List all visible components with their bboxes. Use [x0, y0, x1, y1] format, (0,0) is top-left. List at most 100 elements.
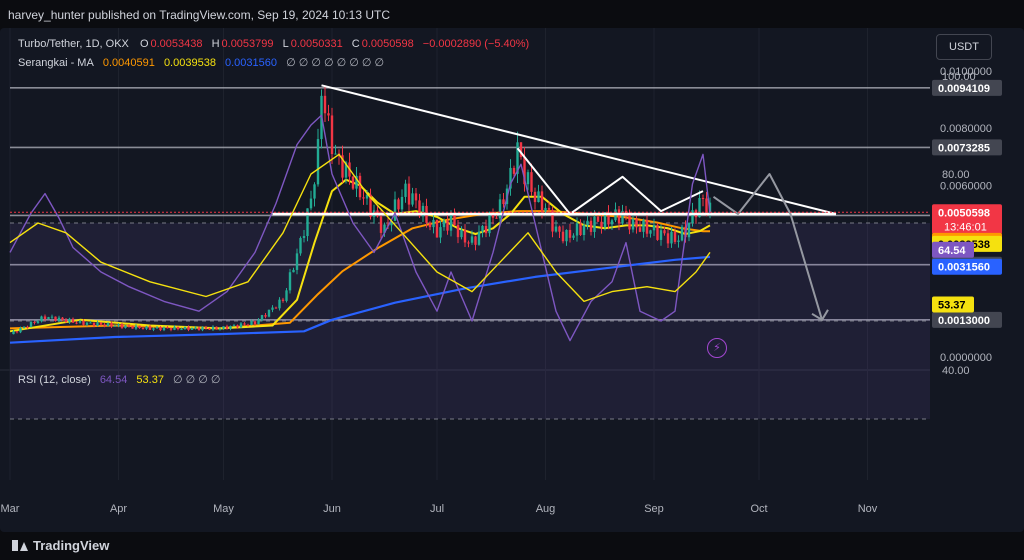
candle-body: [250, 321, 253, 326]
candle-body: [572, 235, 575, 238]
candle-body: [701, 198, 705, 200]
candle-body: [54, 316, 57, 321]
candle-body: [138, 325, 141, 329]
rsi-value-2: 53.37: [136, 374, 164, 386]
x-tick-label: May: [213, 503, 234, 515]
candle-body: [141, 328, 145, 330]
x-tick-label: Oct: [750, 503, 767, 515]
candle-body: [670, 231, 673, 244]
candle-body: [558, 226, 561, 232]
candle-body: [467, 242, 470, 244]
candle-body: [222, 326, 225, 329]
rsi-badge-label: 53.37: [938, 299, 966, 311]
candle-body: [582, 225, 586, 236]
currency-button[interactable]: USDT: [936, 34, 992, 60]
candle-body: [456, 224, 460, 238]
candle-body: [183, 326, 187, 330]
candle-body: [127, 325, 131, 327]
candle-body: [295, 253, 299, 270]
candle-body: [47, 317, 50, 319]
candle-body: [152, 328, 155, 330]
candle-body: [439, 227, 442, 238]
candle-body: [89, 322, 92, 324]
candle-body: [617, 209, 621, 224]
low-label: L: [282, 38, 289, 50]
candle-body: [435, 219, 439, 238]
candle-body: [225, 326, 229, 329]
candle-body: [635, 218, 638, 228]
candle-body: [110, 323, 113, 327]
candle-body: [631, 218, 635, 230]
candle-body: [218, 328, 222, 330]
candle-body: [628, 214, 631, 230]
close-label: C: [351, 38, 360, 50]
candle-body: [204, 327, 208, 329]
candle-body: [593, 216, 596, 232]
candle-body: [463, 229, 467, 243]
x-tick-label: Jun: [323, 503, 341, 515]
ma-value-1: 0.0040591: [102, 57, 155, 69]
candle-body: [477, 231, 481, 245]
candle-body: [358, 175, 362, 198]
candle-body: [316, 139, 320, 185]
candle-body: [512, 167, 516, 174]
candle-body: [705, 198, 708, 213]
candle-body: [547, 207, 551, 210]
candle-body: [124, 325, 127, 328]
chart-canvas[interactable]: 0.01000000.00800000.00600000.00000000.00…: [0, 28, 1024, 532]
candle-body: [190, 328, 194, 330]
price-tick-label: 0.0080000: [940, 123, 992, 135]
candle-body: [96, 322, 99, 326]
symbol-legend: Turbo/Tether, 1D, OKX O 0.0053438 H 0.0053…: [18, 38, 531, 50]
candle-body: [663, 230, 666, 234]
candle-body: [649, 230, 652, 234]
rsi-badge-label: 64.54: [938, 245, 966, 257]
candle-body: [540, 191, 544, 212]
candle-body: [215, 326, 218, 330]
low-value: 0.0050331: [290, 38, 343, 50]
price-tick-label: 0.0060000: [940, 180, 992, 192]
candle-body: [166, 327, 169, 329]
candle-body: [502, 199, 505, 205]
candle-body: [169, 328, 173, 330]
candle-body: [659, 230, 663, 240]
candle-body: [652, 225, 656, 231]
lightning-icon[interactable]: ⚡: [707, 338, 727, 358]
candle-body: [495, 217, 498, 219]
candle-body: [299, 237, 302, 254]
ma-value-2: 0.0039538: [163, 57, 216, 69]
candle-body: [176, 326, 180, 330]
candle-body: [26, 326, 29, 328]
open-label: O: [139, 38, 149, 50]
candle-body: [666, 233, 670, 244]
candle-body: [330, 115, 334, 155]
x-tick-label: Aug: [536, 503, 556, 515]
candle-body: [579, 223, 582, 236]
candle-body: [257, 319, 260, 325]
tradingview-logo[interactable]: TradingView: [12, 538, 109, 553]
candle-body: [397, 199, 400, 210]
candle-body: [449, 213, 453, 231]
candle-body: [404, 183, 407, 197]
candle-body: [544, 207, 547, 212]
chart-panel[interactable]: 0.0100000 0.0080000 0.0060000 0.0000000 0.00…: [0, 28, 1024, 532]
candle-body: [470, 236, 474, 243]
candle-body: [180, 329, 183, 331]
candle-body: [442, 220, 446, 228]
price-tick-label: 0.0000000: [940, 352, 992, 364]
rsi-legend: RSI (12, close) 64.54 53.37 ∅ ∅ ∅ ∅: [18, 373, 223, 386]
ma-value-3: 0.0031560: [225, 57, 277, 69]
candle-body: [488, 214, 491, 234]
x-tick-label: Apr: [110, 503, 127, 515]
candle-body: [131, 326, 134, 329]
level-badge-label: 0.0073285: [938, 142, 990, 154]
candle-body: [22, 326, 26, 328]
candle-body: [393, 199, 397, 221]
candle-body: [82, 320, 85, 325]
high-label: H: [211, 38, 220, 50]
candle-body: [323, 95, 327, 114]
rsi-name: RSI (12, close): [18, 374, 91, 386]
candle-body: [600, 221, 603, 228]
candle-body: [568, 229, 572, 238]
candle-body: [117, 324, 120, 326]
